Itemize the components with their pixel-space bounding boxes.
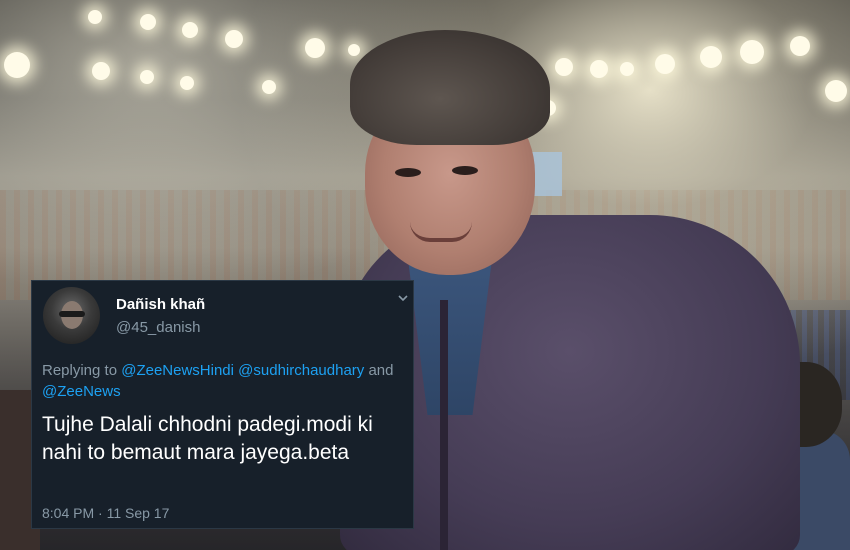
eye [452,166,478,175]
chevron-down-icon[interactable] [398,293,408,303]
avatar-glasses [59,311,85,317]
eye [395,168,421,177]
hair [350,30,550,145]
display-name[interactable]: Dañish khañ [116,296,205,313]
mention-link[interactable]: @ZeeNews [42,383,121,400]
avatar[interactable] [43,287,100,344]
tweet-timestamp[interactable]: 8:04 PM · 11 Sep 17 [42,505,169,521]
mention-link[interactable]: @sudhirchaudhary [238,362,364,379]
tweet-text: Tujhe Dalali chhodni padegi.modi ki nahi… [42,413,373,464]
replying-to-conjunction: and [368,362,394,379]
user-handle[interactable]: @45_danish [116,319,200,336]
replying-to: Replying to @ZeeNewsHindi @sudhirchaudha… [42,360,402,402]
tweet-card: Dañish khañ @45_danish Replying to @ZeeN… [31,280,414,529]
replying-to-label: Replying to [42,362,118,379]
jacket-zipper [440,300,448,550]
mention-link[interactable]: @ZeeNewsHindi [121,362,234,379]
